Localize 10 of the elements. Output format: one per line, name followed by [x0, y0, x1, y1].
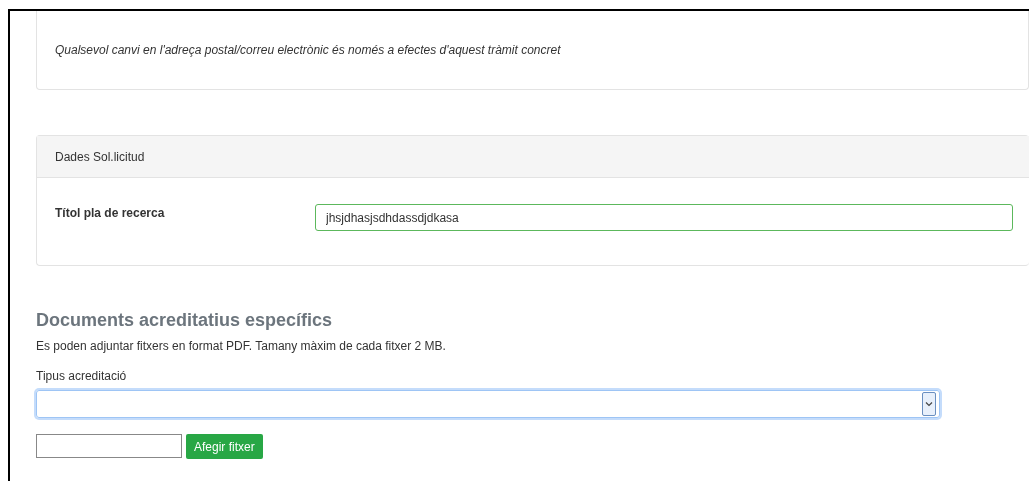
- notice-text: Qualsevol canvi en l'adreça postal/correu electrònic és només a efectes d'aquest tràmit concret: [55, 43, 561, 57]
- text-field[interactable]: jhsjdhasjsdhdassdjdkasa: [315, 204, 1013, 231]
- description-text: Es poden adjuntar fitxers en format PDF. Tamany màxim de cada fitxer 2 MB.: [36, 339, 447, 353]
- file-name-field[interactable]: [36, 434, 182, 458]
- select-field[interactable]: [36, 390, 940, 418]
- field-label: Títol pla de recerca: [55, 205, 166, 220]
- panel-title: Dades Sol.licitud: [55, 149, 145, 164]
- section-heading: Documents acreditatius específics: [36, 310, 334, 331]
- select-label: Tipus acreditació: [36, 369, 128, 383]
- dropdown-icon: [922, 392, 936, 416]
